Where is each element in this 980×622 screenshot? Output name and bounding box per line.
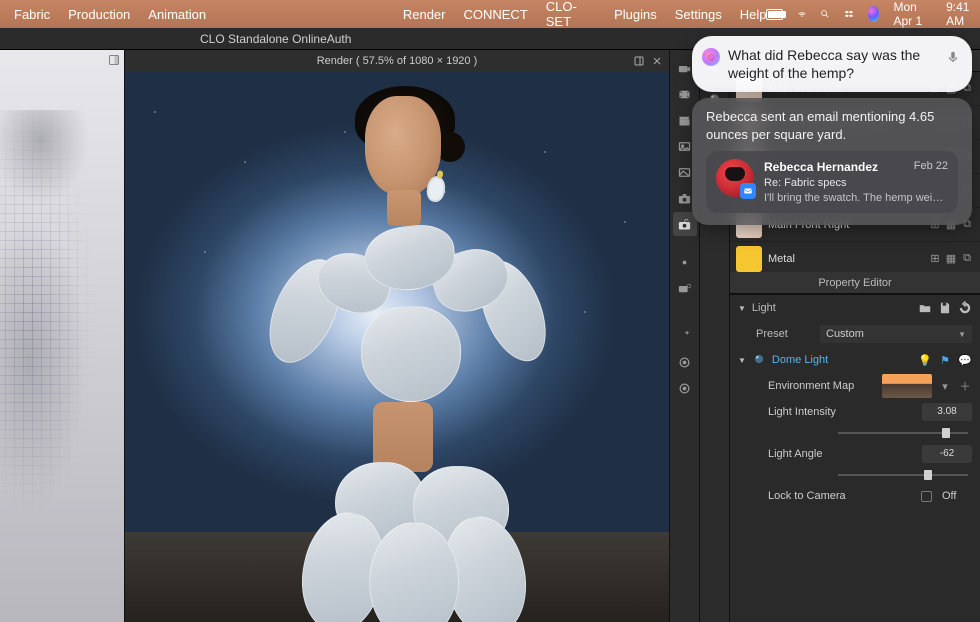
preset-label: Preset bbox=[756, 328, 814, 340]
siri-answer-panel: Rebecca sent an email mentioning 4.65 ou… bbox=[692, 98, 972, 225]
render-title: Render ( 57.5% of 1080 × 1920 ) bbox=[317, 55, 478, 67]
light-label: Light bbox=[752, 302, 810, 314]
menubar-date[interactable]: Mon Apr 1 bbox=[893, 0, 932, 28]
menu-fabric[interactable]: Fabric bbox=[14, 7, 50, 22]
menu-connect[interactable]: CONNECT bbox=[463, 7, 527, 22]
siri-email-card[interactable]: Rebecca Hernandez Feb 22 Re: Fabric spec… bbox=[706, 151, 958, 213]
undock-icon[interactable] bbox=[633, 55, 645, 67]
siri-orb-icon: ⦸ bbox=[702, 48, 720, 66]
list-item[interactable]: Metal ⊞▦⧉ bbox=[730, 242, 980, 272]
email-snippet: I'll bring the swatch. The hemp weighs… bbox=[764, 191, 948, 206]
tool-wand-icon[interactable] bbox=[673, 324, 697, 348]
menu-plugins[interactable]: Plugins bbox=[614, 7, 657, 22]
email-subject: Re: Fabric specs bbox=[764, 176, 948, 191]
bulb-icon[interactable]: 💡 bbox=[918, 353, 932, 367]
window-title-text: CLO Standalone OnlineAuth bbox=[200, 32, 351, 46]
env-map-thumbnail[interactable] bbox=[882, 374, 932, 398]
light-angle-label: Light Angle bbox=[768, 448, 916, 460]
preset-dropdown[interactable]: Custom bbox=[820, 325, 972, 343]
tool-cam-gear-icon[interactable] bbox=[673, 276, 697, 300]
copy-icon[interactable]: ⧉ bbox=[960, 252, 974, 266]
render-viewport[interactable] bbox=[125, 72, 669, 622]
light-angle-field[interactable]: -62 bbox=[922, 445, 972, 463]
wireframe-avatar bbox=[0, 110, 124, 610]
grid-icon[interactable]: ▦ bbox=[944, 252, 958, 266]
email-sender: Rebecca Hernandez bbox=[764, 159, 878, 175]
menu-settings[interactable]: Settings bbox=[675, 7, 722, 22]
render-panel: Render ( 57.5% of 1080 × 1920 ) bbox=[124, 50, 670, 622]
lock-to-camera-label: Lock to Camera bbox=[768, 490, 915, 502]
close-panel-icon[interactable] bbox=[651, 55, 663, 67]
open-icon[interactable] bbox=[918, 301, 932, 315]
rendered-avatar bbox=[255, 92, 545, 622]
pattern-thumb-icon bbox=[736, 246, 762, 272]
spotlight-icon[interactable] bbox=[820, 7, 830, 21]
chat-icon[interactable]: 💬 bbox=[958, 353, 972, 367]
siri-question-text: What did Rebecca say was the weight of t… bbox=[728, 47, 920, 81]
add-icon[interactable]: ⊞ bbox=[928, 252, 942, 266]
flag-icon[interactable]: ⚑ bbox=[938, 353, 952, 367]
siri-overlay: ⦸ What did Rebecca say was the weight of… bbox=[692, 36, 972, 225]
expand-toggle-icon[interactable]: ▼ bbox=[738, 356, 746, 365]
menu-help[interactable]: Help bbox=[740, 7, 767, 22]
menu-animation[interactable]: Animation bbox=[148, 7, 206, 22]
light-angle-slider[interactable] bbox=[838, 474, 968, 476]
menu-production[interactable]: Production bbox=[68, 7, 130, 22]
siri-answer-text: Rebecca sent an email mentioning 4.65 ou… bbox=[706, 108, 958, 143]
reset-icon[interactable] bbox=[958, 301, 972, 315]
lock-to-camera-value: Off bbox=[942, 490, 972, 502]
control-center-icon[interactable] bbox=[844, 7, 854, 21]
menu-render[interactable]: Render bbox=[403, 7, 446, 22]
env-map-add-icon[interactable]: ＋ bbox=[958, 379, 972, 393]
siri-menubar-icon[interactable] bbox=[868, 6, 879, 22]
tool-gear2-icon[interactable] bbox=[673, 350, 697, 374]
render-header: Render ( 57.5% of 1080 × 1920 ) bbox=[125, 50, 669, 72]
battery-icon[interactable] bbox=[766, 9, 782, 20]
tool-gear-icon[interactable] bbox=[673, 250, 697, 274]
dome-light-label[interactable]: Dome Light bbox=[772, 354, 912, 366]
property-editor-title: Property Editor bbox=[730, 272, 980, 294]
siri-question-bubble[interactable]: ⦸ What did Rebecca say was the weight of… bbox=[692, 36, 972, 92]
menubar-time[interactable]: 9:41 AM bbox=[946, 0, 977, 28]
menu-clo-set[interactable]: CLO-SET bbox=[546, 0, 596, 29]
list-item-label: Metal bbox=[768, 253, 922, 265]
save-icon[interactable] bbox=[938, 301, 952, 315]
wireframe-panel bbox=[0, 50, 124, 622]
env-map-label: Environment Map bbox=[768, 380, 876, 392]
wifi-icon[interactable] bbox=[797, 7, 807, 21]
light-intensity-label: Light Intensity bbox=[768, 406, 916, 418]
macos-menubar: Fabric Production Animation Render CONNE… bbox=[0, 0, 980, 28]
mail-badge-icon bbox=[740, 183, 756, 199]
light-intensity-slider[interactable] bbox=[838, 432, 968, 434]
expand-panel-icon[interactable] bbox=[108, 54, 120, 66]
tool-gear3-icon[interactable] bbox=[673, 376, 697, 400]
lock-to-camera-checkbox[interactable] bbox=[921, 491, 932, 502]
light-intensity-field[interactable]: 3.08 bbox=[922, 403, 972, 421]
mic-icon[interactable] bbox=[946, 50, 960, 64]
property-editor: ▼ Light Preset Custom ▼ Dome Light 💡 ⚑ 💬 bbox=[730, 294, 980, 509]
email-date: Feb 22 bbox=[914, 159, 948, 175]
env-map-expand-icon[interactable]: ▾ bbox=[938, 379, 952, 393]
avatar bbox=[716, 159, 754, 197]
dome-light-icon bbox=[752, 352, 766, 369]
expand-toggle-icon[interactable]: ▼ bbox=[738, 304, 746, 313]
